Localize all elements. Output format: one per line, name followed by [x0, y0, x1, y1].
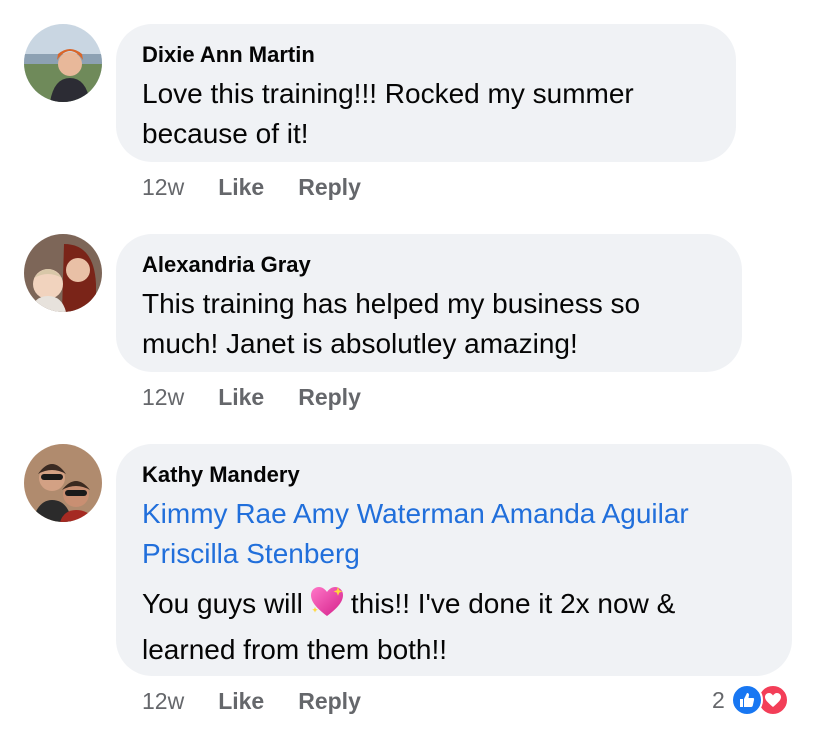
comment-text-line: much! Janet is absolutley amazing! — [142, 328, 578, 359]
comment-text-line: Love this training!!! Rocked my summer — [142, 78, 634, 109]
comment-timestamp[interactable]: 12w — [142, 174, 184, 201]
comment-text: This training has helped my business so … — [142, 284, 716, 364]
comment-bubble: Dixie Ann Martin Love this training!!! R… — [116, 24, 736, 162]
comment-bubble: Alexandria Gray This training has helped… — [116, 234, 742, 372]
like-button[interactable]: Like — [218, 384, 264, 411]
comment-timestamp[interactable]: 12w — [142, 384, 184, 411]
comment-timestamp[interactable]: 12w — [142, 688, 184, 715]
like-button[interactable]: Like — [218, 174, 264, 201]
avatar[interactable] — [24, 24, 102, 102]
like-button[interactable]: Like — [218, 688, 264, 715]
reaction-summary[interactable]: 2 — [712, 684, 789, 716]
comment-text-line: This training has helped my business so — [142, 288, 641, 319]
comment-text-segment: this!! I've done it 2x now & — [350, 588, 676, 619]
comment-text-line: You guys will this!! I've done it 2x now… — [142, 584, 766, 630]
comment-text-line: learned from them both!! — [142, 634, 448, 665]
comment-text-line: because of it! — [142, 118, 309, 149]
comment-author[interactable]: Alexandria Gray — [142, 250, 716, 280]
comment-actions: 12w Like Reply — [142, 384, 361, 411]
tag-link[interactable]: Kimmy Rae — [142, 498, 287, 529]
comment-text-segment: You guys will — [142, 588, 303, 619]
comment-author[interactable]: Kathy Mandery — [142, 460, 766, 490]
comment-bubble: Kathy Mandery Kimmy Rae Amy Waterman Ama… — [116, 444, 792, 676]
comment-actions: 12w Like Reply — [142, 174, 361, 201]
tag-link[interactable]: Amanda Aguilar — [491, 498, 689, 529]
reply-button[interactable]: Reply — [298, 384, 361, 411]
comment-text: Love this training!!! Rocked my summer b… — [142, 74, 710, 154]
comment-text: You guys will this!! I've done it 2x now… — [142, 584, 766, 670]
avatar[interactable] — [24, 444, 102, 522]
tagged-users: Kimmy Rae Amy Waterman Amanda Aguilar Pr… — [142, 494, 766, 574]
reply-button[interactable]: Reply — [298, 174, 361, 201]
comment-author[interactable]: Dixie Ann Martin — [142, 40, 710, 70]
avatar[interactable] — [24, 234, 102, 312]
comment-actions: 12w Like Reply — [142, 688, 361, 715]
tag-link[interactable]: Priscilla Stenberg — [142, 538, 360, 569]
tag-link[interactable]: Amy Waterman — [293, 498, 485, 529]
sparkling-heart-icon — [309, 585, 345, 630]
reaction-count: 2 — [712, 686, 725, 713]
reply-button[interactable]: Reply — [298, 688, 361, 715]
like-icon — [730, 684, 763, 716]
